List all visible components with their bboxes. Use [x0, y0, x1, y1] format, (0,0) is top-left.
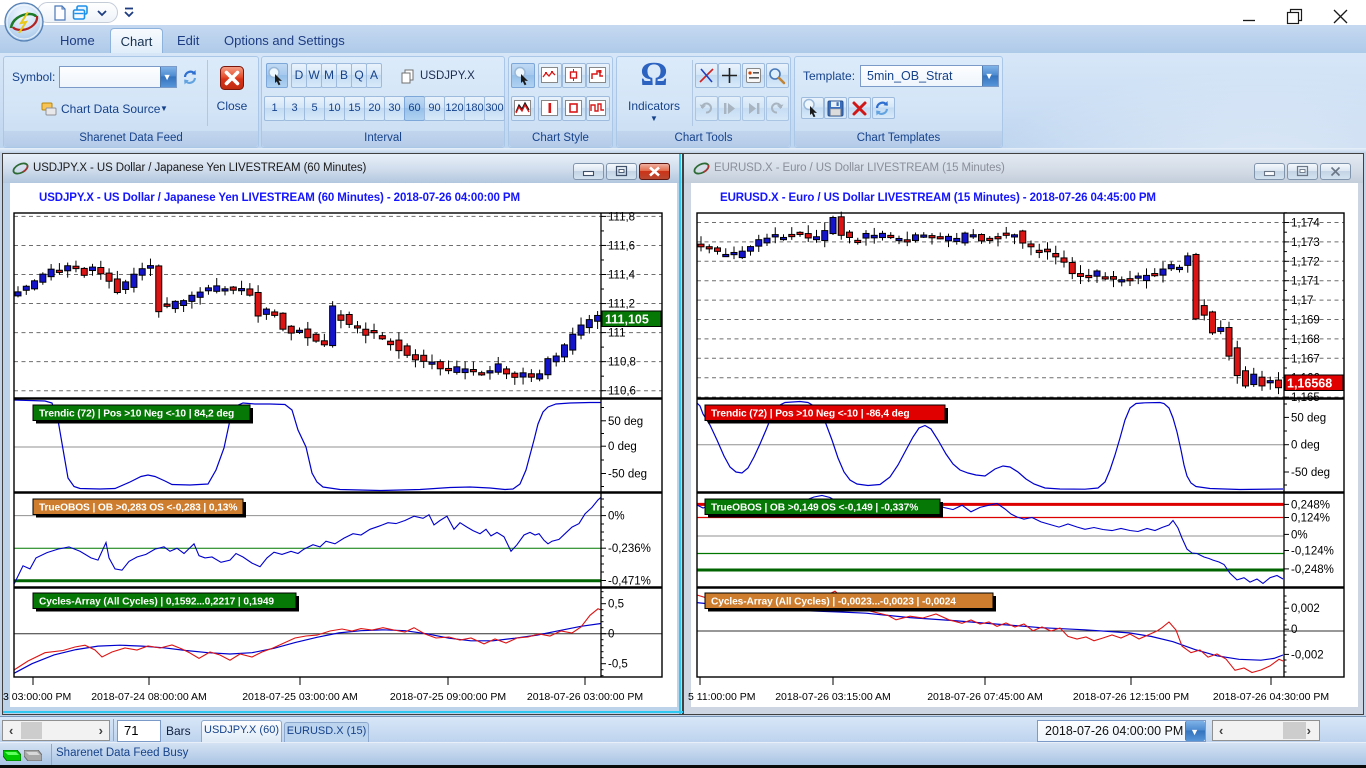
- svg-text:111,4: 111,4: [608, 270, 636, 282]
- svg-text:3 03:00:00 PM: 3 03:00:00 PM: [3, 691, 71, 703]
- svg-text:1,169: 1,169: [1291, 315, 1320, 327]
- svg-text:Trendic (72) | Pos >10 Neg <-1: Trendic (72) | Pos >10 Neg <-10 | -86,4 …: [711, 409, 909, 420]
- svg-text:2018-07-25 09:00:00 PM: 2018-07-25 09:00:00 PM: [390, 691, 506, 703]
- svg-text:50 deg: 50 deg: [608, 416, 643, 428]
- svg-text:1,171: 1,171: [1291, 276, 1320, 288]
- svg-text:2018-07-26 12:15:00 PM: 2018-07-26 12:15:00 PM: [1073, 691, 1189, 703]
- svg-text:-0,002: -0,002: [1291, 649, 1324, 661]
- svg-text:111,8: 111,8: [608, 211, 635, 223]
- svg-text:-0,236%: -0,236%: [608, 543, 651, 555]
- svg-text:0,5: 0,5: [608, 599, 624, 611]
- svg-text:Cycles-Array (All Cycles) | 0,: Cycles-Array (All Cycles) | 0,1592...0,2…: [39, 597, 274, 608]
- svg-text:0%: 0%: [1291, 529, 1308, 541]
- svg-text:TrueOBOS | OB >0,149 OS <-0,14: TrueOBOS | OB >0,149 OS <-0,149 | -0,337…: [711, 503, 918, 514]
- svg-text:Cycles-Array (All Cycles) | -0: Cycles-Array (All Cycles) | -0,0023...-0…: [711, 597, 956, 608]
- svg-text:TrueOBOS | OB >0,283 OS <-0,28: TrueOBOS | OB >0,283 OS <-0,283 | 0,13%: [39, 503, 237, 514]
- svg-text:0 deg: 0 deg: [608, 441, 637, 453]
- svg-text:Trendic (72) | Pos >10 Neg <-1: Trendic (72) | Pos >10 Neg <-10 | 84,2 d…: [39, 409, 234, 420]
- svg-text:2018-07-25 03:00:00 AM: 2018-07-25 03:00:00 AM: [242, 691, 358, 703]
- svg-text:5 11:00:00 PM: 5 11:00:00 PM: [688, 691, 756, 703]
- svg-text:1,173: 1,173: [1291, 237, 1320, 249]
- svg-text:0 deg: 0 deg: [1291, 440, 1320, 452]
- svg-text:2018-07-24 08:00:00 AM: 2018-07-24 08:00:00 AM: [91, 691, 207, 703]
- svg-text:-50 deg: -50 deg: [1291, 467, 1330, 479]
- svg-text:0,002: 0,002: [1291, 603, 1320, 615]
- svg-text:0: 0: [1291, 624, 1297, 636]
- svg-text:1,167: 1,167: [1291, 353, 1320, 365]
- svg-text:111,6: 111,6: [608, 240, 635, 252]
- svg-text:1,16568: 1,16568: [1287, 377, 1332, 391]
- svg-text:1,168: 1,168: [1291, 334, 1320, 346]
- svg-text:-0,471%: -0,471%: [608, 576, 651, 588]
- svg-text:1,174: 1,174: [1291, 218, 1320, 230]
- svg-text:2018-07-26 07:45:00 AM: 2018-07-26 07:45:00 AM: [927, 691, 1043, 703]
- svg-text:2018-07-26 04:30:00 PM: 2018-07-26 04:30:00 PM: [1213, 691, 1329, 703]
- svg-text:1,172: 1,172: [1291, 256, 1320, 268]
- svg-text:50 deg: 50 deg: [1291, 412, 1326, 424]
- svg-text:0,248%: 0,248%: [1291, 499, 1330, 511]
- svg-text:111,2: 111,2: [608, 299, 635, 311]
- svg-text:2018-07-26 03:00:00 PM: 2018-07-26 03:00:00 PM: [527, 691, 643, 703]
- svg-text:111: 111: [608, 328, 625, 340]
- svg-text:1,17: 1,17: [1291, 295, 1313, 307]
- svg-text:0,124%: 0,124%: [1291, 513, 1330, 525]
- svg-text:-0,248%: -0,248%: [1291, 564, 1334, 576]
- svg-text:1,165: 1,165: [1291, 392, 1320, 404]
- svg-text:-0,124%: -0,124%: [1291, 546, 1334, 558]
- svg-text:-0,5: -0,5: [608, 659, 628, 671]
- svg-text:-50 deg: -50 deg: [608, 469, 647, 481]
- svg-text:111,105: 111,105: [605, 313, 649, 327]
- svg-text:110,6: 110,6: [608, 386, 636, 398]
- svg-text:2018-07-26 03:15:00 AM: 2018-07-26 03:15:00 AM: [775, 691, 891, 703]
- svg-text:0: 0: [608, 629, 614, 641]
- svg-text:0%: 0%: [608, 511, 625, 523]
- svg-text:110,8: 110,8: [608, 357, 636, 369]
